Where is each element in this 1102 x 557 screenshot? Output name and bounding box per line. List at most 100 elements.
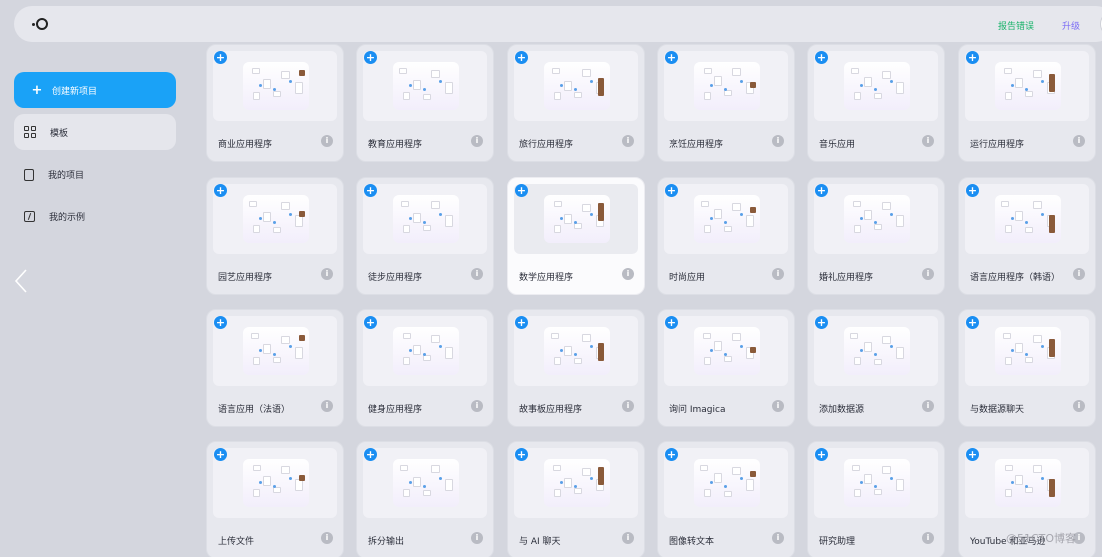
info-icon[interactable]: i (321, 135, 333, 147)
info-icon[interactable]: i (772, 532, 784, 544)
info-icon[interactable]: i (471, 135, 483, 147)
info-icon[interactable]: i (622, 532, 634, 544)
template-card[interactable]: + 徒步应用程序 i (356, 177, 494, 295)
add-icon[interactable]: + (815, 184, 828, 197)
template-card[interactable]: + 时尚应用 i (657, 177, 795, 295)
logo-icon[interactable] (32, 17, 48, 31)
template-card[interactable]: + 旅行应用程序 i (507, 44, 645, 162)
add-icon[interactable]: + (515, 51, 528, 64)
template-thumbnail (965, 448, 1089, 518)
sidebar-item-my-projects[interactable]: 我的项目 (24, 168, 84, 181)
flow-preview (243, 327, 309, 375)
info-icon[interactable]: i (922, 135, 934, 147)
info-icon[interactable]: i (922, 268, 934, 280)
info-icon[interactable]: i (321, 268, 333, 280)
info-icon[interactable]: i (772, 135, 784, 147)
template-card[interactable]: + 语言应用程序（韩语） i (958, 177, 1096, 295)
add-icon[interactable]: + (515, 184, 528, 197)
info-icon[interactable]: i (622, 400, 634, 412)
template-card[interactable]: + 运行应用程序 i (958, 44, 1096, 162)
flow-node (423, 225, 431, 231)
template-card[interactable]: + 故事板应用程序 i (507, 309, 645, 427)
info-icon[interactable]: i (321, 400, 333, 412)
create-project-button[interactable]: + 创建新项目 (14, 72, 176, 108)
info-icon[interactable]: i (1073, 400, 1085, 412)
flow-connector (860, 217, 863, 220)
sidebar-item-my-examples[interactable]: 我的示例 (24, 210, 85, 223)
flow-node (851, 68, 859, 74)
create-project-label: 创建新项目 (52, 86, 98, 97)
collapse-arrow-icon[interactable] (12, 268, 32, 294)
template-card[interactable]: + 询问 Imagica i (657, 309, 795, 427)
flow-image-node (1049, 74, 1055, 92)
add-icon[interactable]: + (815, 51, 828, 64)
add-icon[interactable]: + (665, 51, 678, 64)
add-icon[interactable]: + (665, 184, 678, 197)
template-card[interactable]: + 婚礼应用程序 i (807, 177, 945, 295)
template-card[interactable]: + 拆分输出 i (356, 441, 494, 557)
info-icon[interactable]: i (1073, 268, 1085, 280)
flow-node (724, 356, 732, 362)
flow-connector (273, 221, 276, 224)
add-icon[interactable]: + (515, 448, 528, 461)
template-card-title: 时尚应用 (669, 273, 706, 283)
add-icon[interactable]: + (966, 51, 979, 64)
template-card[interactable]: + 健身应用程序 i (356, 309, 494, 427)
flow-node (249, 201, 257, 207)
add-icon[interactable]: + (966, 316, 979, 329)
flow-preview (393, 327, 459, 375)
template-card[interactable]: + 烹饪应用程序 i (657, 44, 795, 162)
add-icon[interactable]: + (214, 316, 227, 329)
flow-node (403, 92, 410, 100)
template-card[interactable]: + 图像转文本 i (657, 441, 795, 557)
template-card[interactable]: + 园艺应用程序 i (206, 177, 344, 295)
template-card[interactable]: + 音乐应用 i (807, 44, 945, 162)
info-icon[interactable]: i (471, 268, 483, 280)
template-card[interactable]: + 教育应用程序 i (356, 44, 494, 162)
flow-node (1025, 357, 1033, 363)
add-icon[interactable]: + (966, 184, 979, 197)
template-card-title: 添加数据源 (819, 405, 865, 415)
info-icon[interactable]: i (622, 268, 634, 280)
add-icon[interactable]: + (214, 184, 227, 197)
add-icon[interactable]: + (364, 448, 377, 461)
add-icon[interactable]: + (966, 448, 979, 461)
template-card[interactable]: + 数学应用程序 i (507, 177, 645, 295)
template-card[interactable]: + 研究助理 i (807, 441, 945, 557)
flow-node (853, 201, 861, 207)
template-card[interactable]: + 与 AI 聊天 i (507, 441, 645, 557)
add-icon[interactable]: + (515, 316, 528, 329)
info-icon[interactable]: i (622, 135, 634, 147)
info-icon[interactable]: i (471, 532, 483, 544)
add-icon[interactable]: + (364, 51, 377, 64)
add-icon[interactable]: + (815, 448, 828, 461)
upgrade-link[interactable]: 升级 (1062, 19, 1080, 32)
info-icon[interactable]: i (471, 400, 483, 412)
flow-node (423, 490, 431, 496)
sidebar-item-templates[interactable]: 模板 (14, 114, 176, 150)
add-icon[interactable]: + (214, 448, 227, 461)
flow-node (704, 489, 711, 497)
add-icon[interactable]: + (364, 316, 377, 329)
add-icon[interactable]: + (665, 448, 678, 461)
template-card[interactable]: + 商业应用程序 i (206, 44, 344, 162)
template-card[interactable]: + 语言应用（法语） i (206, 309, 344, 427)
info-icon[interactable]: i (321, 532, 333, 544)
add-icon[interactable]: + (364, 184, 377, 197)
add-icon[interactable]: + (665, 316, 678, 329)
template-card[interactable]: + 上传文件 i (206, 441, 344, 557)
template-card[interactable]: + 添加数据源 i (807, 309, 945, 427)
template-card-title: 数学应用程序 (519, 273, 574, 283)
info-icon[interactable]: i (772, 400, 784, 412)
info-icon[interactable]: i (922, 532, 934, 544)
flow-node (564, 346, 572, 356)
info-icon[interactable]: i (1073, 135, 1085, 147)
report-error-link[interactable]: 报告错误 (998, 19, 1034, 32)
add-icon[interactable]: + (214, 51, 227, 64)
info-icon[interactable]: i (772, 268, 784, 280)
flow-node (1015, 475, 1023, 485)
template-card[interactable]: + 与数据源聊天 i (958, 309, 1096, 427)
flow-connector (890, 477, 893, 480)
info-icon[interactable]: i (922, 400, 934, 412)
add-icon[interactable]: + (815, 316, 828, 329)
